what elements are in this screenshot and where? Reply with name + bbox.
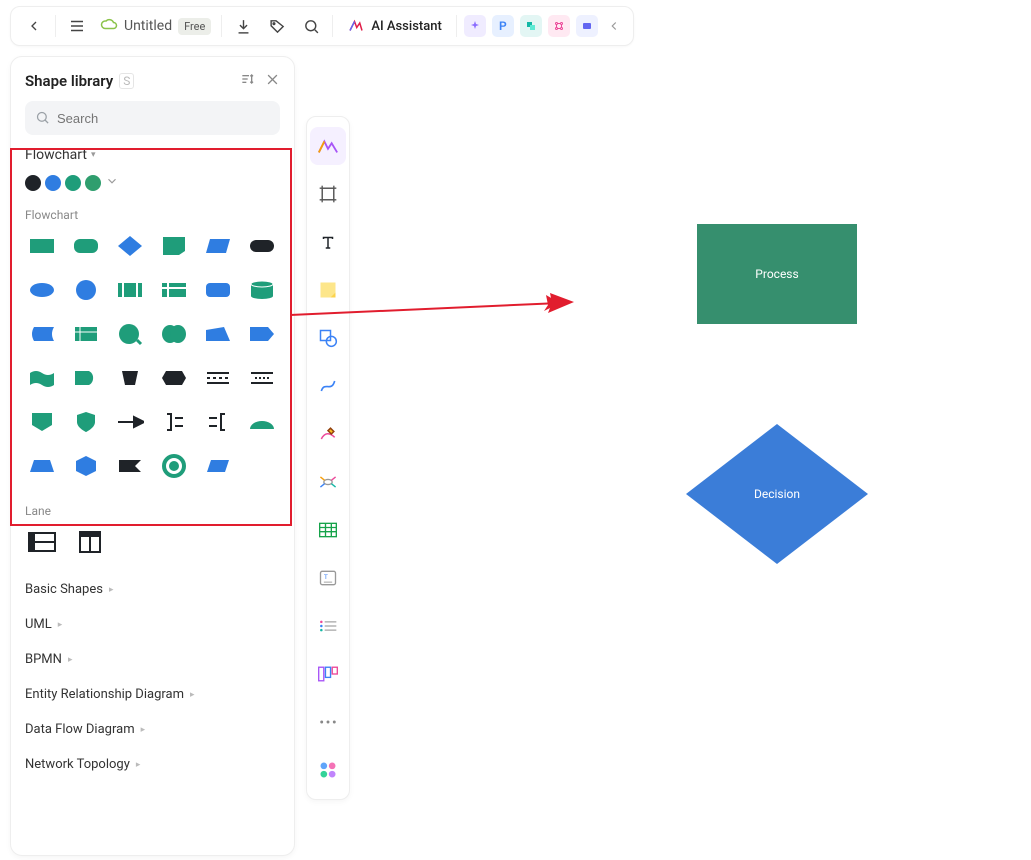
process-label: Process — [755, 267, 798, 281]
decision-label: Decision — [754, 487, 800, 501]
canvas[interactable]: Process Decision — [0, 0, 1031, 860]
canvas-shape-decision[interactable]: Decision — [686, 424, 868, 564]
canvas-shape-process[interactable]: Process — [697, 224, 857, 324]
